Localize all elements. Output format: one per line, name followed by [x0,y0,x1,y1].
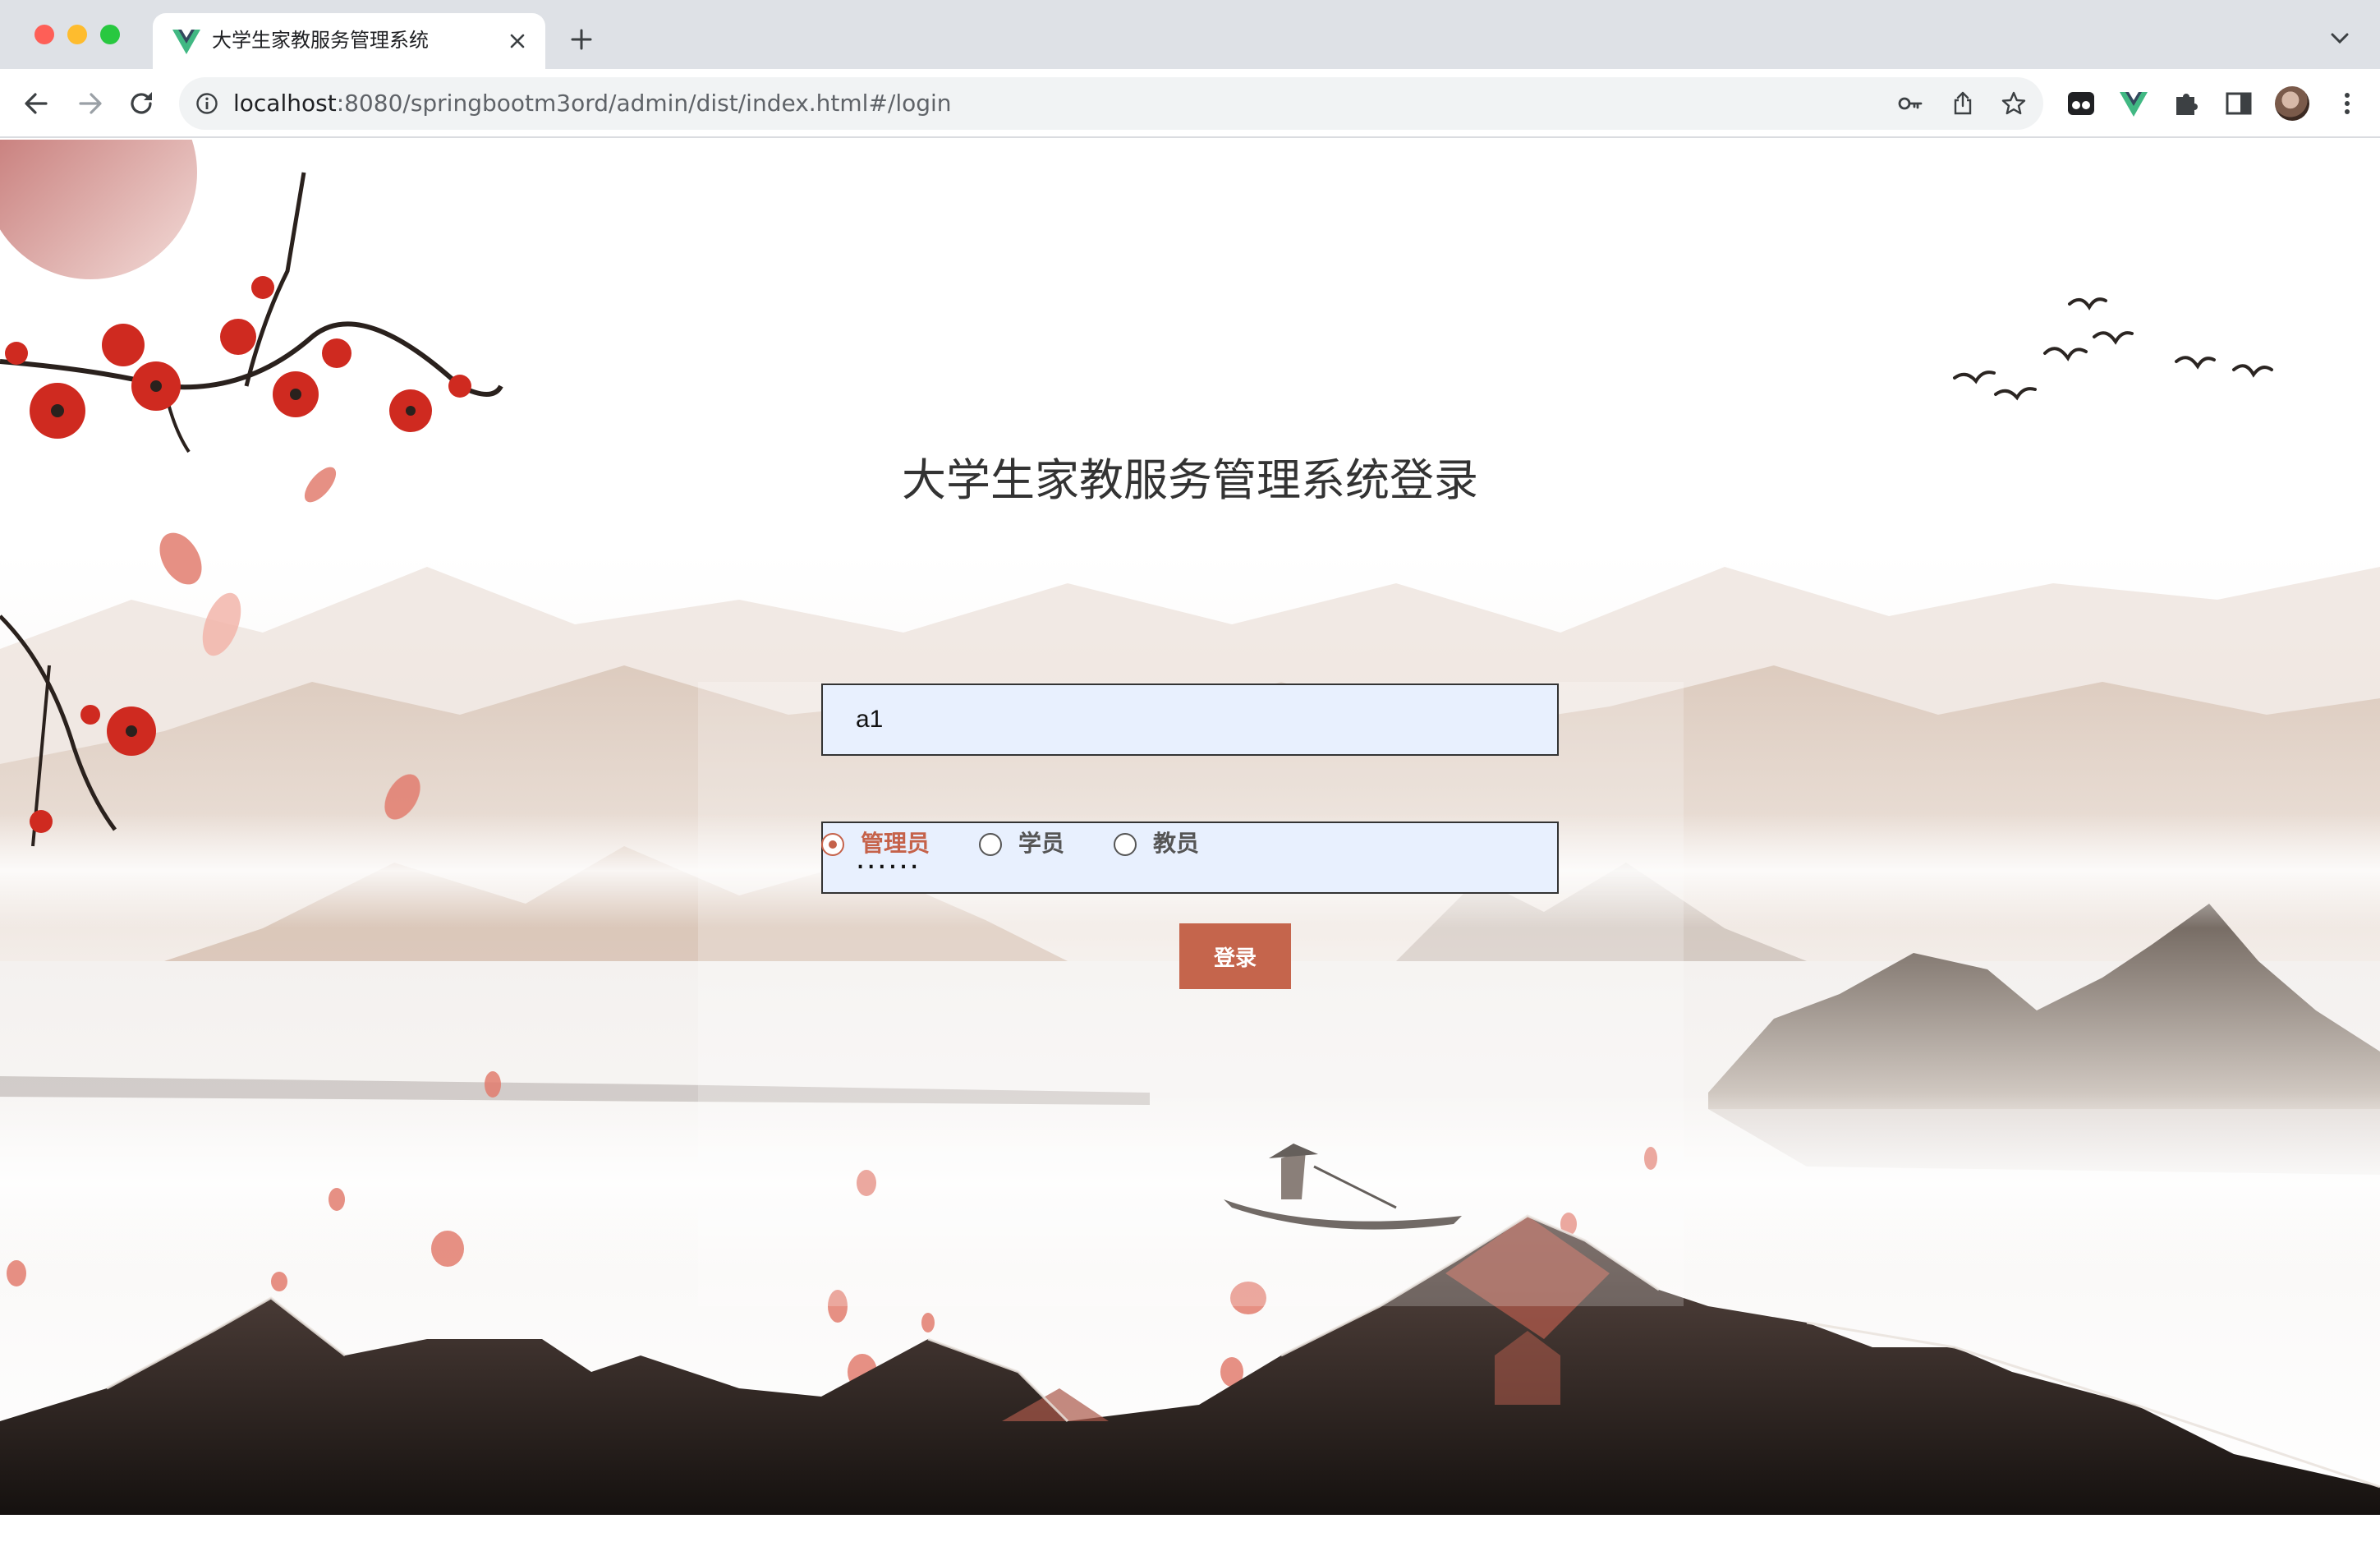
forward-icon[interactable] [74,87,107,120]
browser-tab[interactable]: 大学生家教服务管理系统 [153,13,545,69]
reload-icon[interactable] [125,87,158,120]
role-label: 学员 [1018,830,1065,857]
browser-tab-bar: 大学生家教服务管理系统 [0,0,2380,69]
close-window-button[interactable] [34,25,54,44]
plus-icon[interactable] [568,26,595,53]
profile-avatar[interactable] [2275,86,2309,121]
sidepanel-icon[interactable] [2222,87,2255,120]
username-field[interactable] [821,683,1559,756]
star-icon[interactable] [2001,90,2027,117]
url-path: :8080/springbootm3ord/admin/dist/index.h… [336,90,952,117]
tab-title: 大学生家教服务管理系统 [212,29,429,52]
more-vert-icon[interactable] [2331,87,2364,120]
info-icon[interactable] [195,92,218,115]
radio-unchecked-icon[interactable] [979,833,1002,856]
close-icon[interactable] [504,28,531,54]
zoom-window-button[interactable] [100,25,120,44]
url-host: localhost [233,90,337,117]
back-icon[interactable] [20,87,53,120]
vue-icon [172,30,200,54]
extension-icon[interactable] [2065,87,2097,120]
window-bottom-edge [0,1515,2380,1551]
role-label: 管理员 [861,830,930,857]
chevron-down-icon[interactable] [2329,30,2350,46]
role-label: 教员 [1153,830,1200,857]
share-icon[interactable] [1950,90,1976,117]
minimize-window-button[interactable] [67,25,87,44]
login-panel [698,682,1684,1306]
username-input[interactable] [823,685,1557,754]
browser-toolbar: localhost:8080/springbootm3ord/admin/dis… [0,69,2380,138]
radio-checked-icon[interactable] [821,833,844,856]
vue-devtools-icon[interactable] [2117,87,2150,120]
login-button[interactable]: 登录 [1179,923,1291,989]
address-bar[interactable]: localhost:8080/springbootm3ord/admin/dis… [179,77,2043,130]
url-text[interactable]: localhost:8080/springbootm3ord/admin/dis… [233,89,952,118]
login-title: 大学生家教服务管理系统登录 [902,454,1478,506]
key-icon[interactable] [1897,90,1923,117]
radio-unchecked-icon[interactable] [1114,833,1137,856]
puzzle-icon[interactable] [2170,87,2203,120]
flying-birds [1953,297,2273,401]
red-sun [0,140,197,279]
